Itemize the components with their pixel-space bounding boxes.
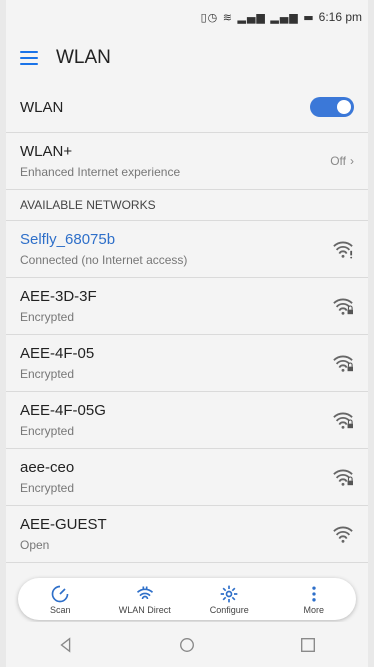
back-icon[interactable] xyxy=(57,636,75,654)
wifi-warning-icon xyxy=(333,241,353,259)
network-row[interactable]: AEE-3D-3F Encrypted xyxy=(6,278,368,335)
network-name: AEE-4F-05 xyxy=(20,345,95,362)
wifi-locked-icon xyxy=(333,355,353,372)
network-status: Connected (no Internet access) xyxy=(20,253,188,267)
wlan-label: WLAN xyxy=(20,98,64,116)
wifi-open-icon xyxy=(333,526,353,543)
system-nav-bar xyxy=(6,622,368,667)
section-header: AVAILABLE NETWORKS xyxy=(6,190,368,221)
chevron-right-icon: › xyxy=(350,154,354,168)
wifi-locked-icon xyxy=(333,469,353,486)
network-row[interactable]: aee-ceo Encrypted xyxy=(6,449,368,506)
app-bar: WLAN xyxy=(6,34,368,82)
recents-icon[interactable] xyxy=(299,636,317,654)
wlan-direct-button[interactable]: WLAN Direct xyxy=(110,584,180,615)
configure-button[interactable]: Configure xyxy=(194,584,264,615)
network-status: Encrypted xyxy=(20,310,75,324)
status-time: 6:16 pm xyxy=(318,10,362,24)
home-icon[interactable] xyxy=(178,636,196,654)
more-button[interactable]: More xyxy=(279,584,349,615)
wlan-toggle-row[interactable]: WLAN xyxy=(6,82,368,133)
network-row[interactable]: AEE-GUEST Open xyxy=(6,506,368,563)
network-name: AEE-4F-05G xyxy=(20,402,106,419)
wifi-locked-icon xyxy=(333,412,353,429)
status-bar: ▯◷ ≋ ▂▄▆ ▂▄▆ ▬ 6:16 pm xyxy=(6,0,368,34)
status-icons: ▯◷ ≋ ▂▄▆ ▂▄▆ ▬ xyxy=(200,10,315,24)
network-row[interactable]: Selfly_68075b Connected (no Internet acce… xyxy=(6,221,368,278)
bottom-action-bar: Scan WLAN Direct Configure More xyxy=(18,578,356,620)
network-name: Selfly_68075b xyxy=(20,231,116,248)
phone-screen: ▯◷ ≋ ▂▄▆ ▂▄▆ ▬ 6:16 pm WLAN WLAN WLAN+ E… xyxy=(6,0,368,667)
network-status: Encrypted xyxy=(20,424,75,438)
wlan-toggle[interactable] xyxy=(310,97,354,117)
wlan-plus-value: Off xyxy=(330,154,346,168)
more-vertical-icon xyxy=(312,586,316,601)
network-name: aee-ceo xyxy=(20,459,75,476)
network-status: Encrypted xyxy=(20,367,75,381)
scan-button[interactable]: Scan xyxy=(25,584,95,615)
network-row[interactable]: AEE-4F-05 Encrypted xyxy=(6,335,368,392)
scan-icon xyxy=(51,585,69,602)
wlan-direct-icon xyxy=(136,586,153,599)
wlan-plus-row[interactable]: WLAN+ Enhanced Internet experience Off › xyxy=(6,133,368,190)
gear-icon xyxy=(220,585,238,602)
network-name: AEE-3D-3F xyxy=(20,288,97,305)
network-status: Encrypted xyxy=(20,481,75,495)
network-name: AEE-GUEST xyxy=(20,516,107,533)
wlan-plus-subtitle: Enhanced Internet experience xyxy=(20,165,181,179)
page-title: WLAN xyxy=(56,47,111,68)
wifi-locked-icon xyxy=(333,298,353,315)
network-status: Open xyxy=(20,538,50,552)
network-list: Selfly_68075b Connected (no Internet acce… xyxy=(6,221,368,563)
wlan-plus-label: WLAN+ xyxy=(20,143,73,160)
menu-icon[interactable] xyxy=(20,51,38,65)
network-row[interactable]: AEE-4F-05G Encrypted xyxy=(6,392,368,449)
